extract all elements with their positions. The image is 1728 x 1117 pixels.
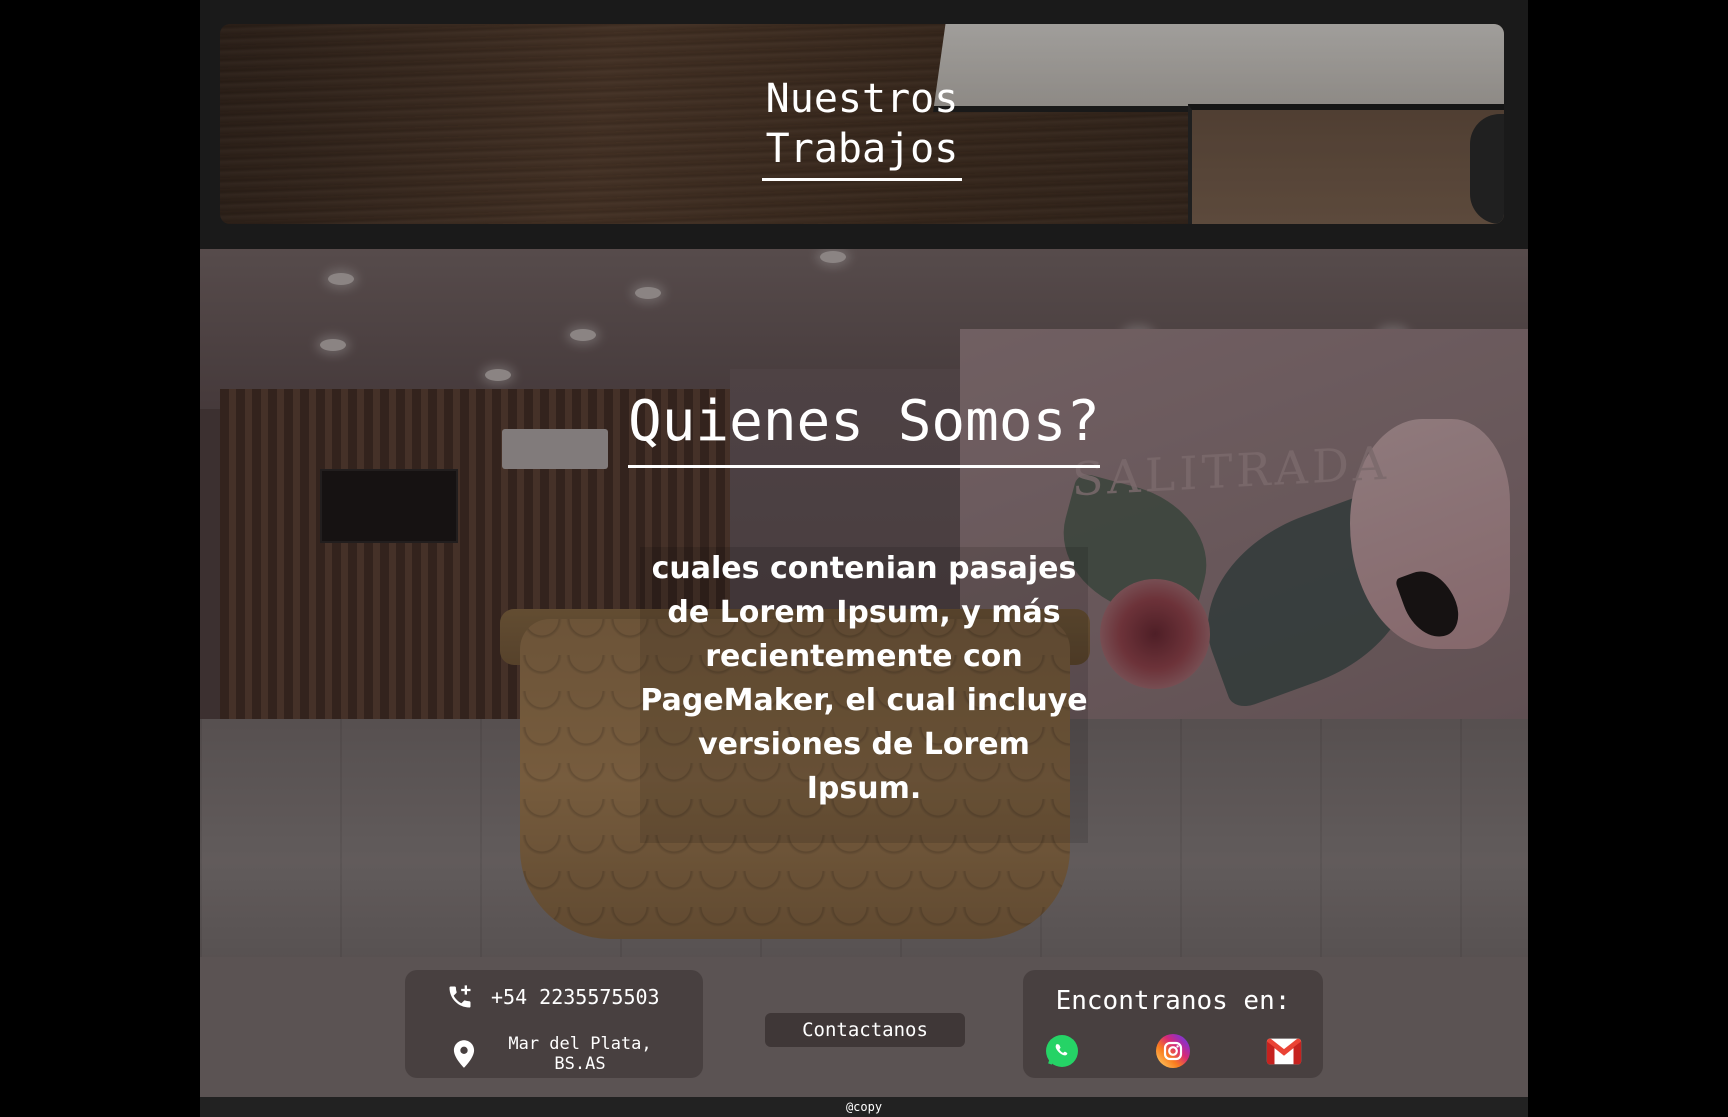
location-row: Mar del Plata, BS.AS — [449, 1034, 655, 1074]
location-city: Mar del Plata, — [508, 1034, 652, 1054]
phone-row[interactable]: +54 2235575503 — [445, 982, 660, 1012]
location-province: BS.AS — [554, 1054, 606, 1074]
location-pin-icon — [449, 1039, 479, 1069]
footer: +54 2235575503 Mar del Plata, BS.AS Cont… — [200, 957, 1528, 1097]
page: Nuestros Trabajos SALITRADA Quienes Somo… — [200, 0, 1528, 1117]
phone-number: +54 2235575503 — [491, 985, 660, 1009]
about-description: cuales contenian pasajes de Lorem Ipsum,… — [640, 547, 1088, 843]
works-banner[interactable]: Nuestros Trabajos — [220, 24, 1504, 224]
social-box: Encontranos en: — [1023, 970, 1323, 1078]
about-title-text: Quienes Somos? — [627, 389, 1100, 468]
contact-button[interactable]: Contactanos — [765, 1013, 965, 1047]
social-title: Encontranos en: — [1055, 986, 1291, 1016]
phone-icon — [445, 982, 475, 1012]
works-title-line2: Trabajos — [765, 126, 959, 172]
contact-info-box: +54 2235575503 Mar del Plata, BS.AS — [405, 970, 703, 1078]
gmail-icon[interactable] — [1265, 1032, 1303, 1070]
instagram-icon[interactable] — [1154, 1032, 1192, 1070]
copyright: @copy — [200, 1097, 1528, 1117]
social-icons — [1043, 1032, 1303, 1070]
works-title[interactable]: Nuestros Trabajos — [220, 74, 1504, 181]
location-text: Mar del Plata, BS.AS — [505, 1034, 655, 1074]
works-title-line1: Nuestros — [765, 76, 959, 122]
about-title: Quienes Somos? — [200, 389, 1528, 468]
about-section: SALITRADA Quienes Somos? cuales contenia… — [200, 249, 1528, 957]
whatsapp-icon[interactable] — [1043, 1032, 1081, 1070]
